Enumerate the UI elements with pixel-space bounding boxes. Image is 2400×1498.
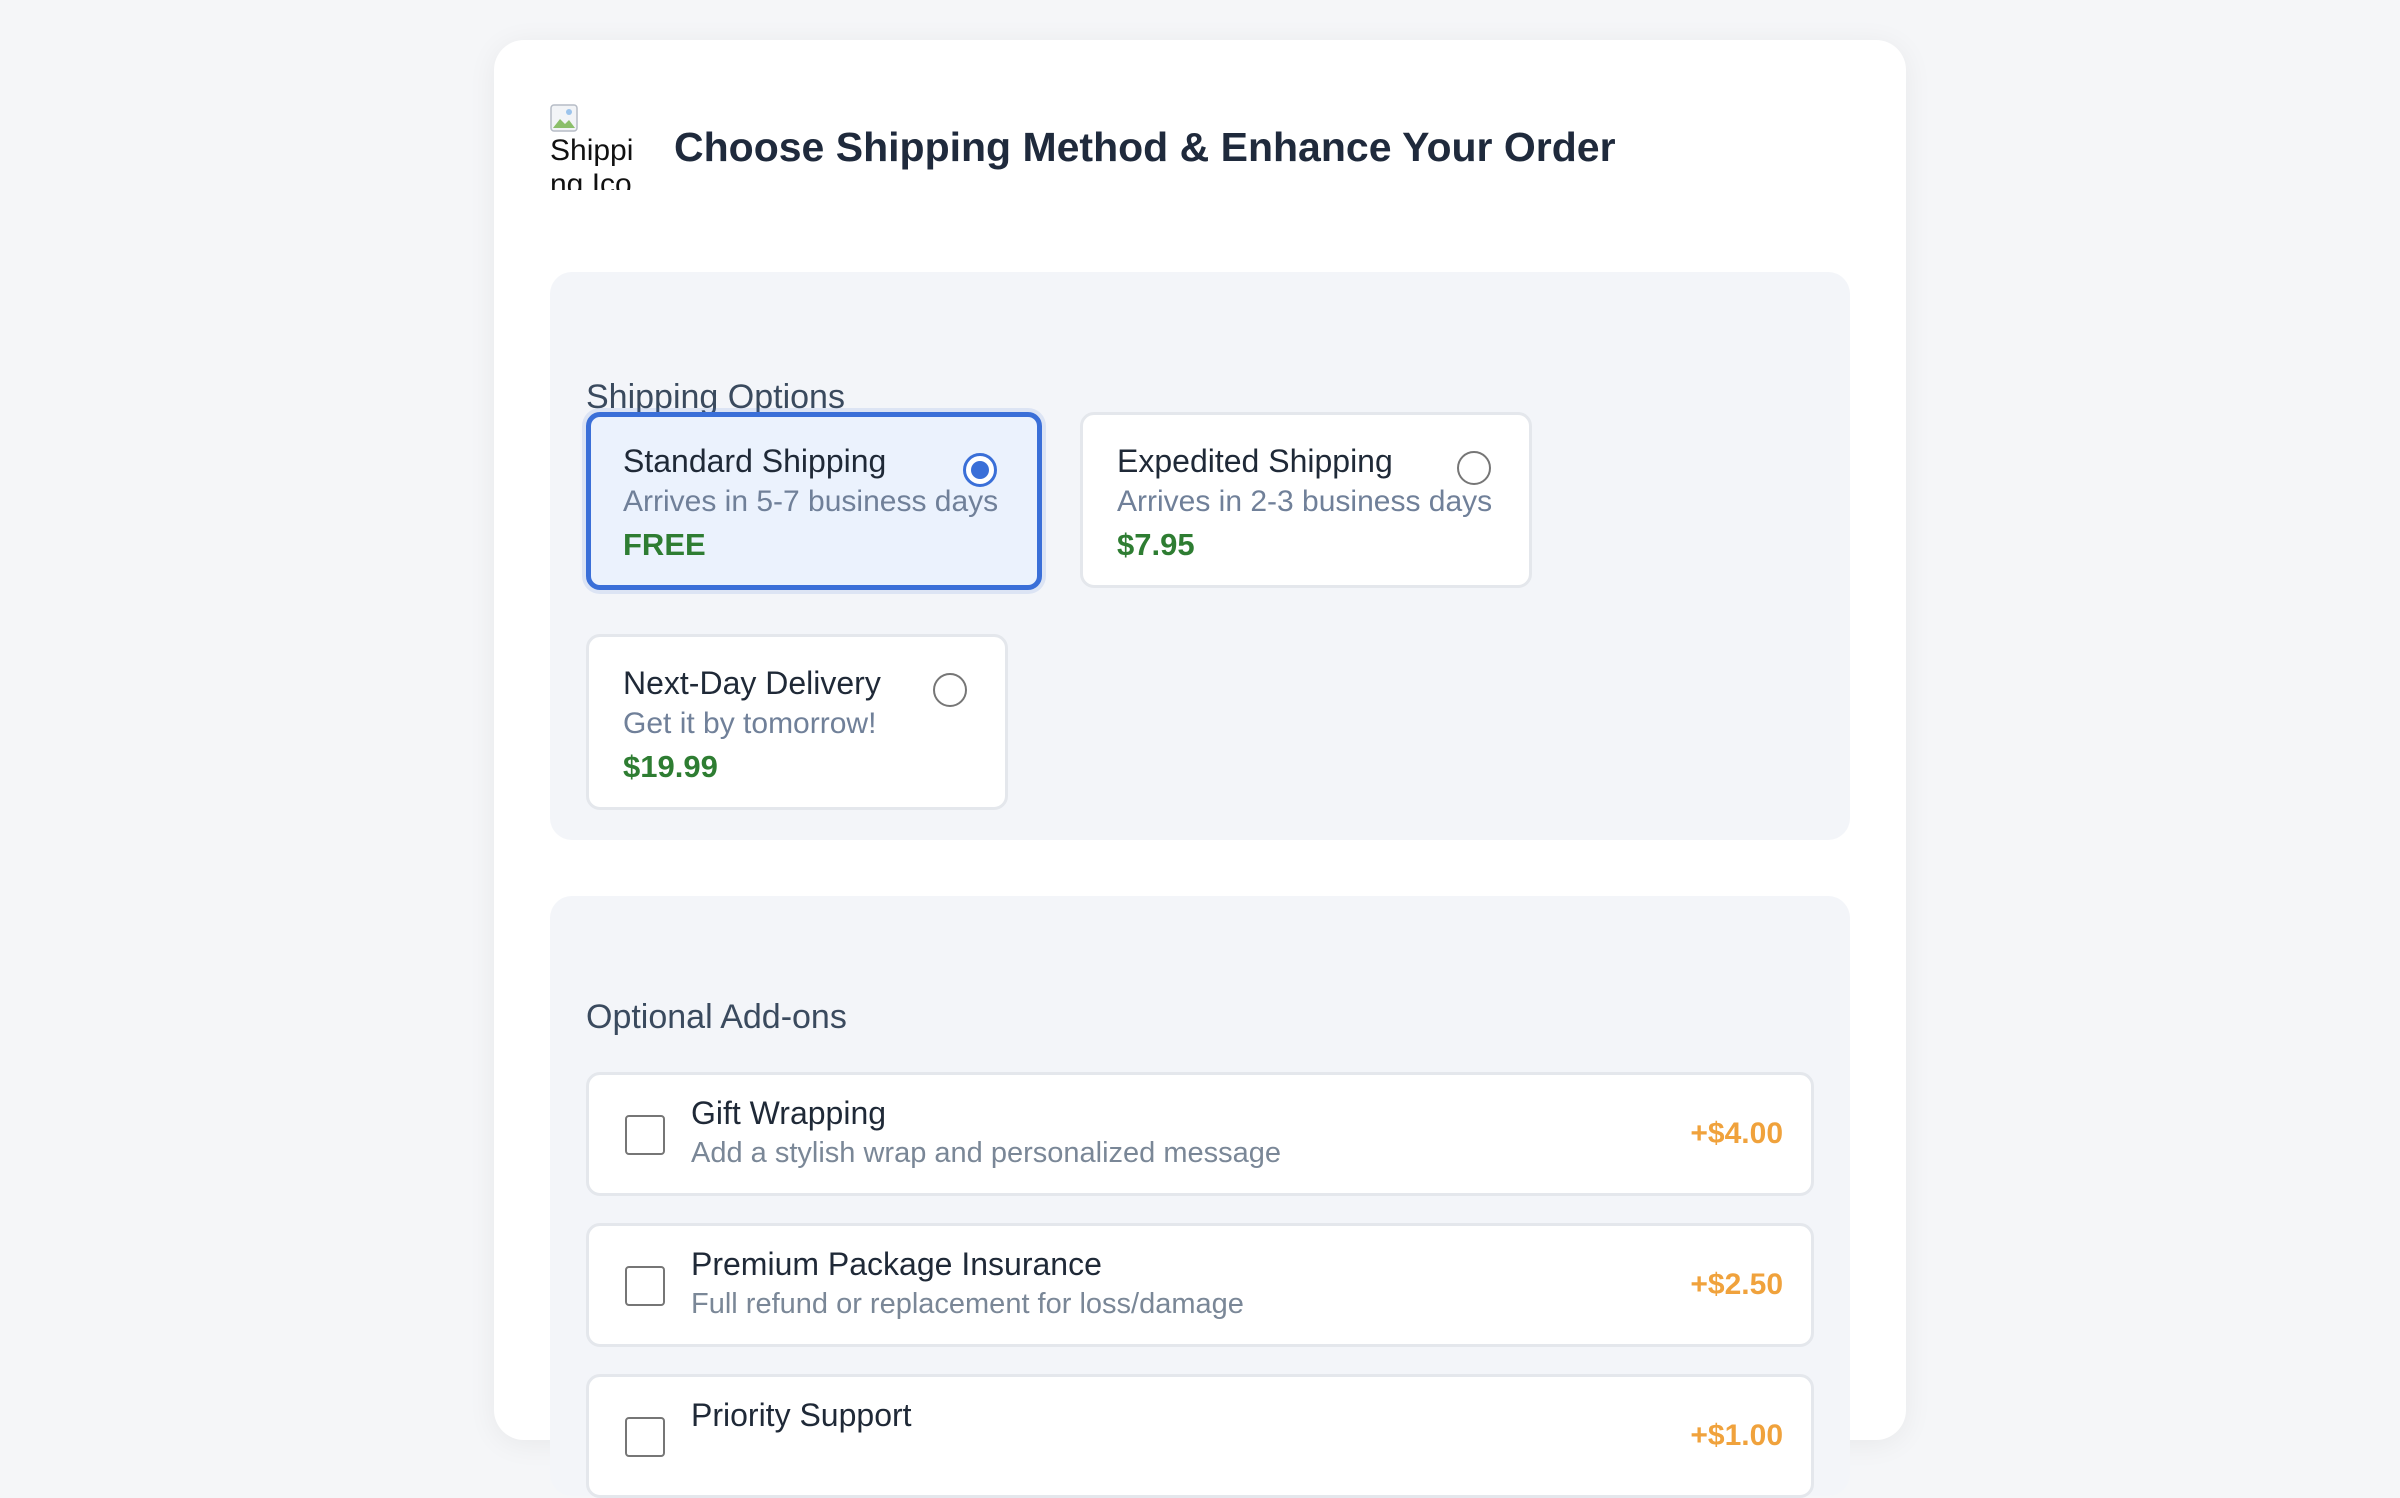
shipping-option-next-day[interactable]: Next-Day Delivery Get it by tomorrow! $1… [586, 634, 1008, 810]
addon-price: +$1.00 [1690, 1419, 1783, 1452]
expedited-shipping-radio[interactable] [1457, 451, 1491, 485]
shipping-option-name: Expedited Shipping [1117, 443, 1393, 479]
shipping-option-price: $7.95 [1117, 527, 1195, 562]
shipping-option-price: FREE [623, 527, 706, 562]
shipping-option-price: $19.99 [623, 749, 718, 784]
premium-package-insurance-checkbox[interactable] [625, 1266, 665, 1306]
optional-addons-panel: Optional Add-ons Gift Wrapping Add a sty… [550, 896, 1850, 1498]
next-day-delivery-radio[interactable] [933, 673, 967, 707]
addon-priority-support[interactable]: Priority Support +$1.00 [586, 1374, 1814, 1498]
shipping-option-name: Next-Day Delivery [623, 665, 881, 701]
priority-support-checkbox[interactable] [625, 1417, 665, 1457]
shipping-options-panel: Shipping Options Standard Shipping Arriv… [550, 272, 1850, 840]
addon-name: Premium Package Insurance [691, 1246, 1102, 1282]
addon-name: Priority Support [691, 1397, 912, 1433]
addon-price: +$4.00 [1690, 1117, 1783, 1150]
addon-premium-package-insurance[interactable]: Premium Package Insurance Full refund or… [586, 1223, 1814, 1347]
shipping-card: Shipping Icon Choose Shipping Method & E… [494, 40, 1906, 1498]
optional-addons-heading: Optional Add-ons [586, 998, 847, 1036]
addon-name: Gift Wrapping [691, 1095, 887, 1131]
card-header: Shipping Icon Choose Shipping Method & E… [550, 104, 1616, 190]
addon-desc: Full refund or replacement for loss/dama… [691, 1288, 1244, 1320]
shipping-option-standard[interactable]: Standard Shipping Arrives in 5-7 busines… [586, 412, 1042, 590]
shipping-option-desc: Arrives in 2-3 business days [1117, 485, 1493, 518]
gift-wrapping-checkbox[interactable] [625, 1115, 665, 1155]
shipping-option-name: Standard Shipping [623, 443, 887, 479]
shipping-option-expedited[interactable]: Expedited Shipping Arrives in 2-3 busine… [1080, 412, 1532, 588]
page-title: Choose Shipping Method & Enhance Your Or… [674, 123, 1616, 170]
addon-gift-wrapping[interactable]: Gift Wrapping Add a stylish wrap and per… [586, 1072, 1814, 1196]
shipping-icon-alt-text: Shipping Icon [550, 134, 634, 190]
standard-shipping-radio[interactable] [963, 453, 997, 487]
shipping-option-desc: Arrives in 5-7 business days [623, 485, 999, 518]
addon-price: +$2.50 [1690, 1268, 1783, 1301]
addon-desc: Add a stylish wrap and personalized mess… [691, 1137, 1281, 1169]
broken-image-icon [550, 104, 578, 132]
shipping-icon: Shipping Icon [550, 104, 638, 190]
shipping-option-desc: Get it by tomorrow! [623, 707, 877, 740]
